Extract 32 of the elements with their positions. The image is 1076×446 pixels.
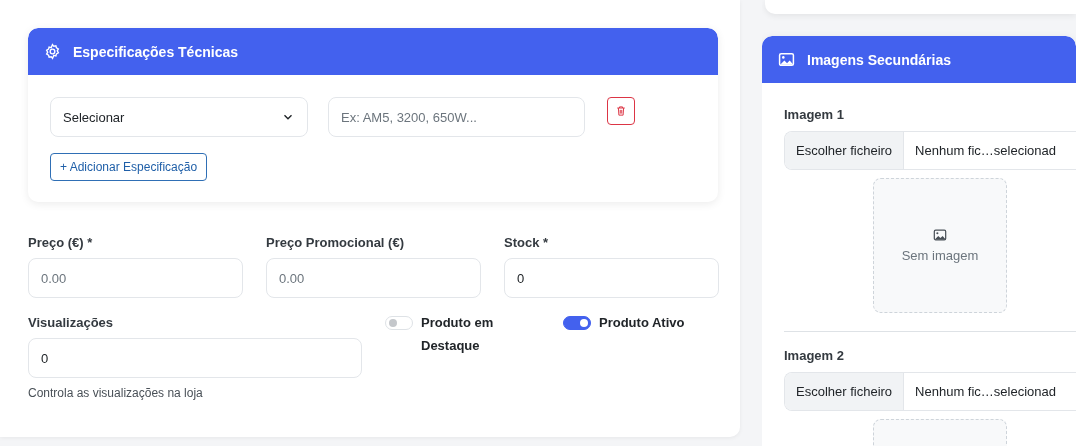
- card-title: Especificações Técnicas: [73, 43, 238, 60]
- select-value: Selecionar: [63, 109, 125, 125]
- input-field[interactable]: Ex: AM5, 3200, 650W...: [328, 97, 585, 137]
- trash-icon: [615, 105, 627, 117]
- card-title: Imagens Secundárias: [807, 51, 951, 68]
- toggle-label: Produto em Destaque: [421, 314, 495, 355]
- field-label: Imagem 1: [784, 107, 845, 122]
- input-field[interactable]: 0.00: [28, 258, 243, 298]
- input-field[interactable]: 0: [28, 338, 362, 378]
- file-input[interactable]: Escolher ficheiro Nenhum fic…selecionad: [784, 372, 1076, 411]
- file-status: Nenhum fic…selecionad: [914, 383, 1056, 401]
- select-dropdown[interactable]: Selecionar: [50, 97, 308, 137]
- field-label: Preço Promocional (€): [266, 235, 405, 250]
- input-field[interactable]: 0.00: [266, 258, 481, 298]
- settings-icon: [44, 43, 61, 60]
- help-text: Controla as visualizações na loja: [28, 386, 204, 400]
- add-specification-button[interactable]: + Adicionar Especificação: [50, 153, 208, 181]
- delete-button[interactable]: [607, 97, 635, 125]
- file-status: Nenhum fic…selecionad: [914, 142, 1056, 160]
- image-icon: [933, 228, 947, 242]
- choose-file-button[interactable]: Escolher ficheiro: [785, 132, 905, 169]
- field-label: Imagem 2: [784, 348, 845, 363]
- field-label: Visualizações: [28, 315, 115, 330]
- field-label: Stock *: [504, 235, 550, 250]
- input-field[interactable]: 0: [504, 258, 719, 298]
- image-icon: [778, 51, 795, 68]
- toggle-label: Produto Ativo: [599, 314, 685, 332]
- file-input[interactable]: Escolher ficheiro Nenhum fic…selecionad: [784, 131, 1076, 170]
- choose-file-button[interactable]: Escolher ficheiro: [785, 373, 905, 410]
- field-label: Preço (€) *: [28, 235, 94, 250]
- toggle-switch[interactable]: [563, 316, 591, 330]
- preview-text: Sem imagem: [901, 248, 979, 263]
